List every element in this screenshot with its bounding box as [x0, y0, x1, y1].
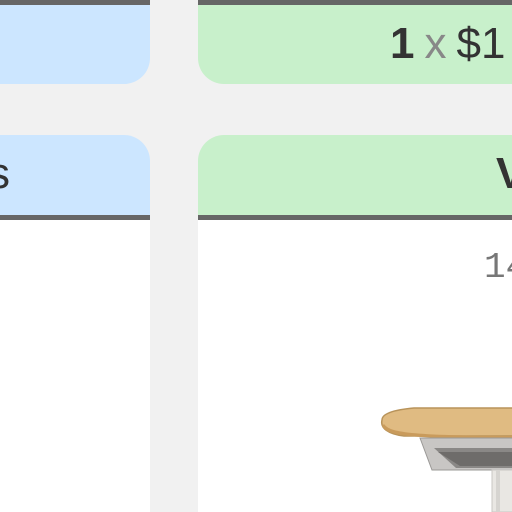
viewport: s 1x$1 V 14 [0, 0, 512, 512]
price-box [0, 5, 150, 84]
price-quantity: 1 [390, 19, 415, 68]
title-box[interactable]: V [198, 135, 512, 215]
price-amount: $1 [456, 19, 506, 68]
price-box: 1 x $1 [198, 5, 512, 84]
price-line: 1 x $1 [390, 19, 505, 69]
product-title: s [0, 149, 10, 199]
title-box[interactable]: s [0, 135, 150, 215]
product-card-right[interactable]: 1x$1 V 14 [198, 0, 512, 512]
product-content [0, 220, 150, 512]
product-card-left[interactable]: s [0, 0, 150, 512]
price-times: x [424, 19, 447, 68]
product-title: V [496, 149, 512, 198]
standing-desk-image[interactable] [374, 320, 512, 512]
product-size: 14 [484, 247, 512, 288]
product-content: 14 [198, 220, 512, 512]
